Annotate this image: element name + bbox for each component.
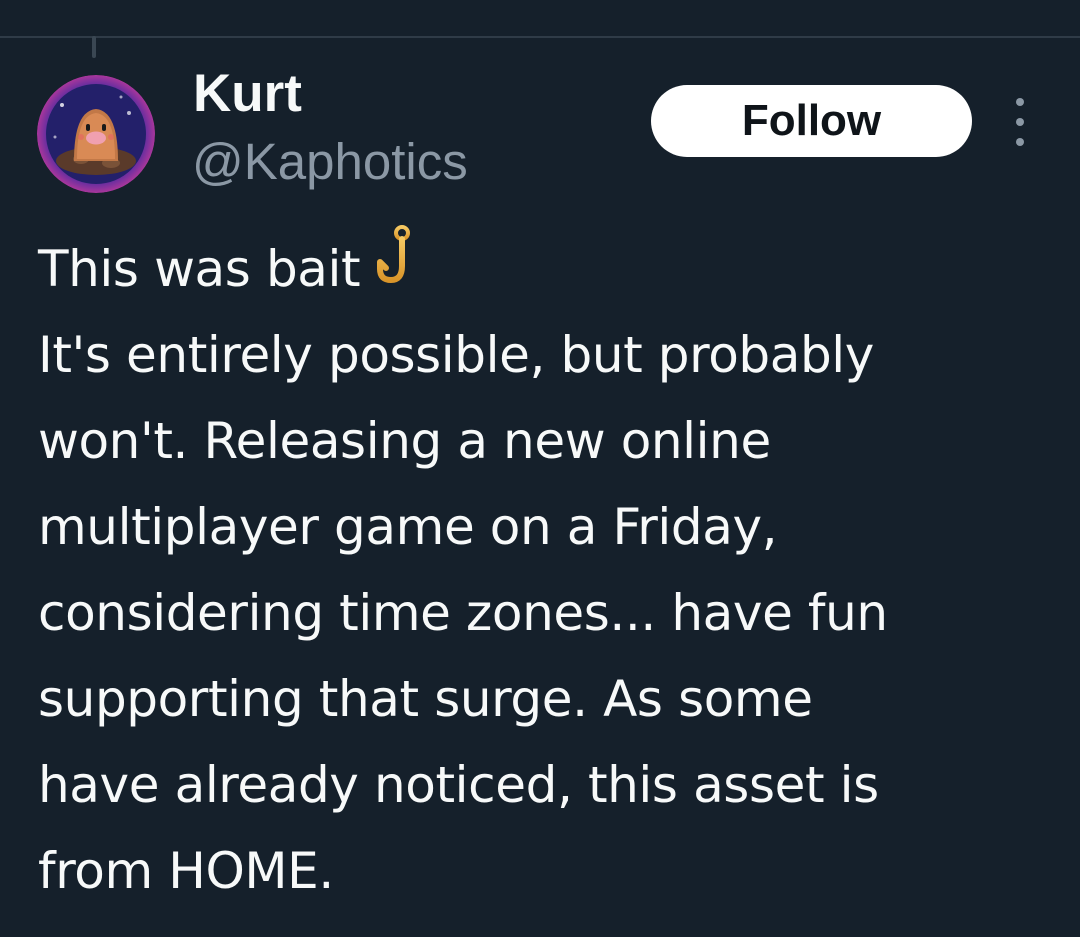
follow-button[interactable]: Follow <box>651 85 972 157</box>
tweet-line: considering time zones... have fun <box>38 584 888 642</box>
tweet-line: This was bait <box>38 224 1058 314</box>
tweet-line-text: This was bait <box>38 240 361 298</box>
tweet-line: from HOME. <box>38 842 334 900</box>
tweet-line: multiplayer game on a Friday, <box>38 498 778 556</box>
more-dot <box>1016 98 1024 106</box>
tweet-line: supporting that surge. As some <box>38 670 813 728</box>
more-dot <box>1016 118 1024 126</box>
tweet-line: have already noticed, this asset is <box>38 756 879 814</box>
author-display-name[interactable]: Kurt <box>193 62 302 126</box>
tweet-line: It's entirely possible, but probably <box>38 326 874 384</box>
tweet-line: won't. Releasing a new online <box>38 412 771 470</box>
avatar[interactable] <box>37 75 155 193</box>
more-options-icon[interactable] <box>1004 98 1036 146</box>
tweet-text: This was bait It's entirely possible, bu… <box>38 224 1058 914</box>
author-handle[interactable]: @Kaphotics <box>192 130 468 194</box>
more-dot <box>1016 138 1024 146</box>
thread-connector-line <box>92 36 96 58</box>
diglett-avatar-icon <box>37 75 155 193</box>
fishing-hook-icon <box>372 224 420 314</box>
top-divider <box>0 36 1080 38</box>
